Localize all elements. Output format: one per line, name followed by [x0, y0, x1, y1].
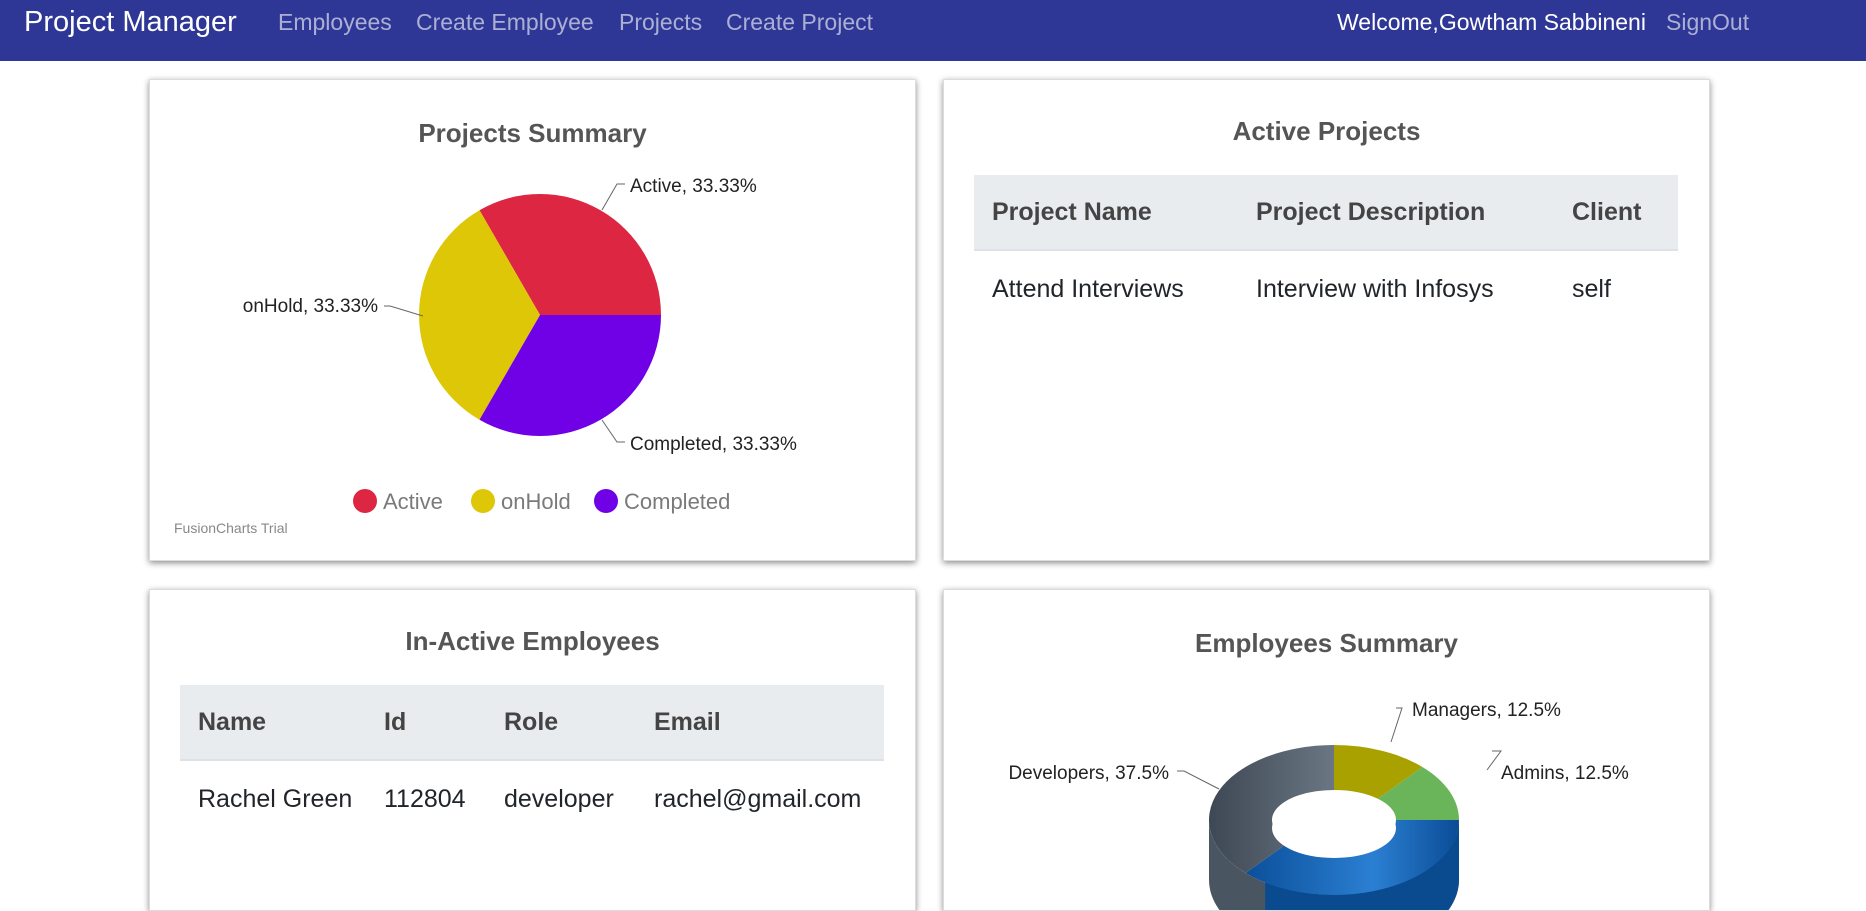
onhold-leader-line — [384, 305, 424, 317]
brand-title[interactable]: Project Manager — [24, 4, 237, 40]
admins-slice-label: Admins, 12.5% — [1501, 763, 1629, 784]
nav-create-employee-link[interactable]: Create Employee — [416, 8, 594, 36]
active-slice-label: Active, 33.33% — [630, 176, 757, 197]
cell-name: Rachel Green — [198, 784, 353, 813]
signout-link[interactable]: SignOut — [1666, 8, 1749, 36]
table-header-row: Name Id Role Email — [180, 685, 884, 761]
cell-id: 112804 — [384, 784, 466, 813]
col-name: Name — [180, 685, 366, 761]
legend-active-label[interactable]: Active — [383, 489, 443, 514]
completed-slice-label: Completed, 33.33% — [630, 434, 797, 455]
welcome-user-text: Welcome,Gowtham Sabbineni — [1337, 9, 1646, 35]
table-row[interactable]: Rachel Green 112804 developer rachel@gma… — [180, 760, 884, 837]
active-projects-card: Active Projects Project Name Project Des… — [943, 79, 1710, 561]
active-projects-table: Project Name Project Description Client … — [974, 175, 1678, 327]
cell-project-name: Attend Interviews — [992, 274, 1184, 303]
col-client: Client — [1554, 175, 1678, 251]
developers-slice-label: Developers, 37.5% — [1008, 763, 1169, 784]
cell-role: developer — [504, 784, 614, 813]
navbar: Project Manager Employees Create Employe… — [0, 0, 1866, 61]
legend-onhold-swatch[interactable] — [471, 489, 495, 513]
inactive-employees-title: In-Active Employees — [405, 626, 660, 656]
active-projects-title: Active Projects — [1232, 116, 1421, 146]
cell-email: rachel@gmail.com — [654, 784, 862, 813]
nav-create-project-link[interactable]: Create Project — [726, 8, 873, 36]
col-project-name: Project Name — [974, 175, 1238, 251]
nav-employees-link[interactable]: Employees — [278, 8, 392, 36]
col-role: Role — [486, 685, 636, 761]
employees-summary-chart: Managers, 12.5% Admins, 12.5% Developers… — [1008, 700, 1629, 910]
inactive-employees-table: Name Id Role Email Rachel Green 112804 d… — [180, 685, 884, 837]
cell-project-description: Interview with Infosys — [1256, 274, 1494, 303]
legend-completed-swatch[interactable] — [594, 489, 618, 513]
nav-projects-link[interactable]: Projects — [619, 8, 702, 36]
legend-completed-label[interactable]: Completed — [624, 489, 730, 514]
table-row[interactable]: Attend Interviews Interview with Infosys… — [974, 250, 1678, 327]
legend-onhold-label[interactable]: onHold — [501, 489, 571, 514]
cell-client: self — [1572, 274, 1611, 303]
col-project-description: Project Description — [1238, 175, 1554, 251]
inactive-employees-card: In-Active Employees Name Id Role Email R… — [149, 589, 916, 911]
table-header-row: Project Name Project Description Client — [974, 175, 1678, 251]
projects-summary-chart: Active, 33.33% onHold, 33.33% Completed,… — [243, 176, 797, 514]
active-leader-line — [601, 183, 625, 211]
chart-watermark: FusionCharts Trial — [174, 520, 288, 536]
developers-leader-line — [1177, 770, 1220, 790]
completed-leader-line — [601, 419, 625, 443]
admins-leader-line — [1486, 750, 1502, 771]
managers-slice-label: Managers, 12.5% — [1412, 700, 1561, 721]
onhold-slice-label: onHold, 33.33% — [243, 296, 378, 317]
donut-hole — [1272, 798, 1396, 858]
managers-leader-line — [1390, 707, 1403, 743]
employees-summary-card: Employees Summary Managers, 12.5% Admins… — [943, 589, 1710, 911]
projects-summary-card: Projects Summary Active, 33.33% onHold, … — [149, 79, 916, 561]
legend-active-swatch[interactable] — [353, 489, 377, 513]
col-id: Id — [366, 685, 486, 761]
col-email: Email — [636, 685, 884, 761]
